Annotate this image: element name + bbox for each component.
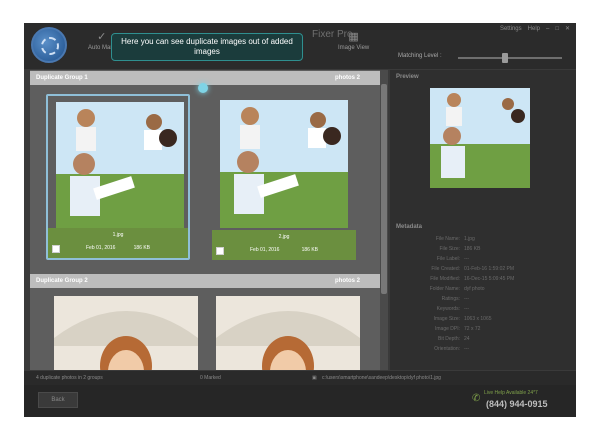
photo-thumbnail: [44, 296, 208, 370]
file-date: Feb 01, 2016: [86, 245, 116, 251]
folder-icon: ▣: [312, 375, 317, 381]
metadata-title: Metadata: [396, 224, 423, 230]
tooltip-pointer-icon: [198, 83, 208, 93]
metadata-value: 186 KB: [464, 246, 481, 252]
metadata-value: 16-Dec-15 5:09:45 PM: [464, 276, 515, 282]
metadata-value: 1.jpg: [464, 236, 475, 242]
status-path: c:\users\smartphone\sandeep\desktop\dyf …: [322, 375, 441, 381]
metadata-key: File Size:: [439, 246, 460, 252]
groups-scrollbar-thumb[interactable]: [381, 84, 387, 294]
image-card[interactable]: 2.jpg Feb 01, 2016 186 KB: [212, 94, 356, 260]
metadata-key: Bit Depth:: [438, 336, 460, 342]
metadata-value: ---: [464, 256, 469, 262]
image-meta: 1.jpg Feb 01, 2016 186 KB: [48, 228, 188, 258]
app-window: ✓ Auto Mark ▦ Image View Fixer Pro Setti…: [24, 23, 576, 417]
metadata-key: File Label:: [436, 256, 460, 262]
metadata-value: 72 x 72: [464, 326, 481, 332]
footer-bar: Back ✆ Live Help Available 24*7 (844) 94…: [24, 385, 576, 417]
file-name: 2.jpg: [278, 234, 290, 240]
metadata-value: ---: [464, 296, 469, 302]
image-card[interactable]: [44, 296, 208, 370]
group-title: Duplicate Group 1: [36, 75, 88, 81]
metadata-key: File Name:: [435, 236, 460, 242]
photo-thumbnail: [220, 100, 348, 228]
group-count: photos 2: [335, 75, 360, 81]
title-bar: ✓ Auto Mark ▦ Image View Fixer Pro Setti…: [24, 23, 576, 69]
group-count: photos 2: [335, 278, 360, 284]
metadata-value: ---: [464, 346, 469, 352]
matching-level-slider[interactable]: [458, 53, 562, 63]
select-checkbox[interactable]: [52, 245, 60, 253]
back-button[interactable]: Back: [38, 392, 78, 408]
preview-image: [430, 88, 530, 188]
file-date: Feb 01, 2016: [250, 247, 280, 253]
auto-mark-icon: ✓: [97, 31, 107, 43]
photo-thumbnail: [206, 296, 370, 370]
status-bar: 4 duplicate photos in 2 groups 0 Marked …: [24, 371, 576, 385]
image-card[interactable]: [206, 296, 370, 370]
preview-title: Preview: [396, 74, 419, 80]
metadata-value: 1063 x 1065: [464, 316, 492, 322]
help-link[interactable]: Help: [528, 26, 540, 32]
metadata-key: Orientation:: [434, 346, 460, 352]
phone-icon: ✆: [472, 393, 481, 404]
app-logo: [31, 27, 67, 63]
status-duplicates: 4 duplicate photos in 2 groups: [36, 375, 103, 381]
maximize-icon[interactable]: □: [555, 26, 559, 32]
support-phone: (844) 944-0915: [486, 399, 548, 409]
metadata-key: File Modified:: [430, 276, 460, 282]
metadata-value: 01-Feb-16 1:59:02 PM: [464, 266, 515, 272]
help-tooltip: Here you can see duplicate images out of…: [111, 33, 303, 61]
status-marked: 0 Marked: [200, 375, 221, 381]
close-icon[interactable]: ✕: [565, 25, 570, 32]
metadata-value: ---: [464, 306, 469, 312]
settings-link[interactable]: Settings: [500, 26, 522, 32]
groups-scrollbar[interactable]: [380, 70, 388, 370]
group-title: Duplicate Group 2: [36, 278, 88, 284]
image-view-label: Image View: [338, 45, 370, 51]
app-title: Fixer Pro: [312, 29, 353, 40]
matching-level-label: Matching Level :: [398, 53, 442, 59]
minimize-icon[interactable]: –: [546, 26, 549, 32]
duplicate-groups-pane: Duplicate Group 1 photos 2 1.jpg Feb 01,…: [30, 70, 382, 370]
image-card[interactable]: 1.jpg Feb 01, 2016 186 KB: [46, 94, 190, 260]
metadata-key: File Created:: [431, 266, 460, 272]
metadata-key: Image Size:: [433, 316, 460, 322]
metadata-key: Folder Name:: [429, 286, 460, 292]
details-pane: Preview Metadata File Name: 1.jpg File Siz…: [390, 70, 576, 370]
metadata-value: dyf photo: [464, 286, 485, 292]
select-checkbox[interactable]: [216, 247, 224, 255]
file-name: 1.jpg: [112, 232, 124, 238]
top-right-menu: Settings Help – □ ✕: [500, 25, 570, 33]
metadata-key: Image DPI:: [434, 326, 460, 332]
file-size: 186 KB: [301, 247, 318, 253]
metadata-key: Ratings:: [441, 296, 460, 302]
app-logo-glyph: [41, 37, 59, 55]
live-help-text: Live Help Available 24*7: [484, 390, 538, 396]
group-header: Duplicate Group 1 photos 2: [30, 71, 382, 85]
image-meta: 2.jpg Feb 01, 2016 186 KB: [212, 230, 356, 260]
file-size: 186 KB: [133, 245, 150, 251]
photo-thumbnail: [56, 102, 184, 230]
metadata-value: 24: [464, 336, 470, 342]
metadata-key: Keywords:: [436, 306, 460, 312]
matching-level-slider-knob[interactable]: [502, 53, 508, 63]
group-header: Duplicate Group 2 photos 2: [30, 274, 382, 288]
